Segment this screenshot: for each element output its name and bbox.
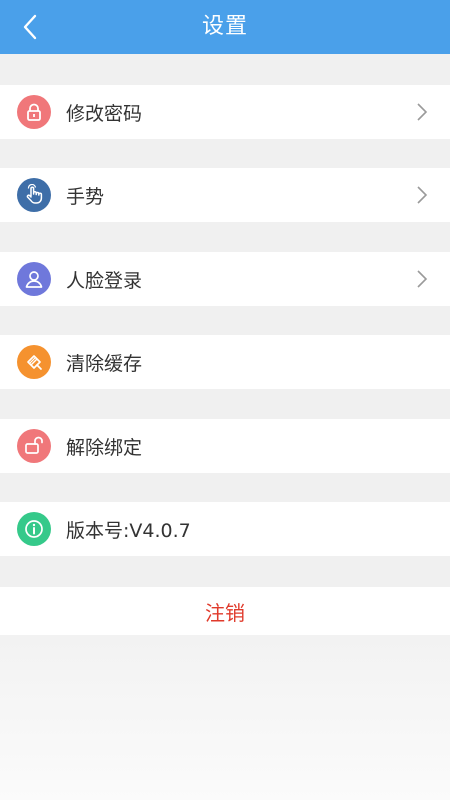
logout-button[interactable]: 注销 xyxy=(0,587,450,635)
empty-area xyxy=(0,635,450,800)
settings-item-clear-cache[interactable]: 清除缓存 xyxy=(0,335,450,389)
settings-item-face-login[interactable]: 人脸登录 xyxy=(0,252,450,306)
settings-item-unbind[interactable]: 解除绑定 xyxy=(0,419,450,473)
settings-item-version: 版本号:V4.0.7 xyxy=(0,502,450,556)
settings-item-change-password[interactable]: 修改密码 xyxy=(0,85,450,139)
settings-item-label: 修改密码 xyxy=(66,102,143,125)
settings-item-label: 清除缓存 xyxy=(66,352,143,375)
settings-item-label: 解除绑定 xyxy=(66,436,143,459)
chevron-right-icon xyxy=(412,102,432,122)
chevron-right-icon xyxy=(412,185,432,205)
version-text: 版本号:V4.0.7 xyxy=(66,519,191,542)
hand-gesture-icon xyxy=(17,178,51,212)
settings-item-label: 人脸登录 xyxy=(66,269,143,292)
title-bar: 设置 xyxy=(0,0,450,54)
settings-item-gesture[interactable]: 手势 xyxy=(0,168,450,222)
settings-item-label: 手势 xyxy=(66,185,105,208)
face-user-icon xyxy=(17,262,51,296)
lock-icon xyxy=(17,95,51,129)
chevron-right-icon xyxy=(412,269,432,289)
logout-label: 注销 xyxy=(205,600,245,625)
unlock-icon xyxy=(17,429,51,463)
info-icon xyxy=(17,512,51,546)
page-title: 设置 xyxy=(201,14,248,39)
broom-icon xyxy=(17,345,51,379)
